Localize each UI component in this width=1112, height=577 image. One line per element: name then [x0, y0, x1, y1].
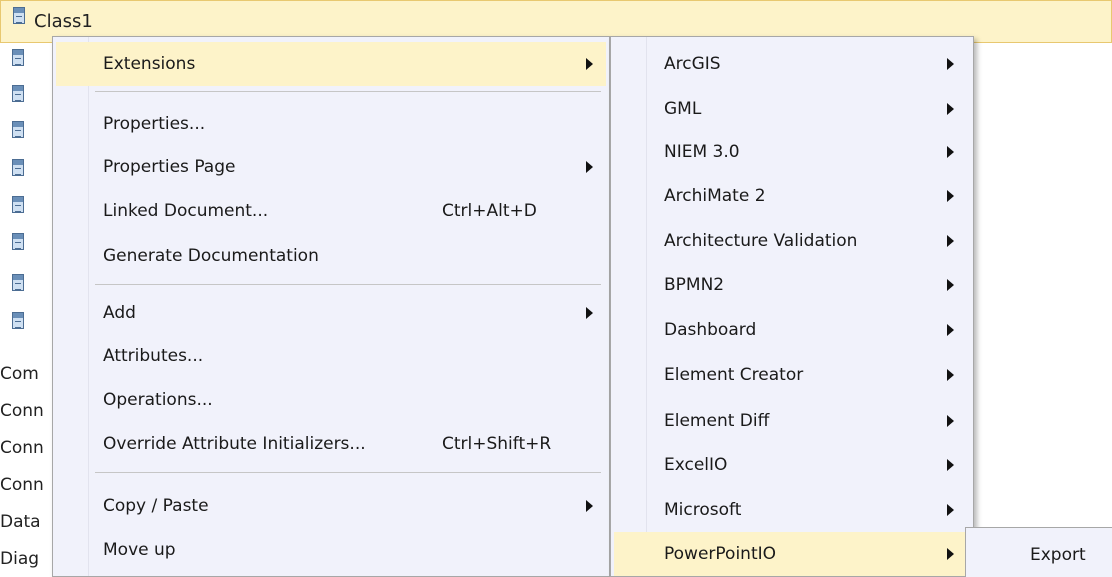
menu-item-extensions[interactable]: Extensions	[56, 42, 606, 86]
menu-item-label: Add	[103, 303, 136, 323]
menu-item-niem[interactable]: NIEM 3.0	[614, 130, 970, 174]
menu-item-element-creator[interactable]: Element Creator	[614, 353, 970, 397]
submenu-arrow-icon	[947, 548, 954, 560]
menu-item-label: NIEM 3.0	[664, 142, 740, 162]
menu-item-label: GML	[664, 99, 702, 119]
menu-item-label: Operations...	[103, 390, 213, 410]
menu-item-label: Architecture Validation	[664, 231, 858, 251]
menu-item-generate-documentation[interactable]: Generate Documentation	[56, 234, 606, 278]
submenu-arrow-icon	[947, 279, 954, 291]
menu-separator	[95, 91, 601, 92]
tree-item-label[interactable]: Data	[0, 512, 41, 532]
menu-item-excelio[interactable]: ExcelIO	[614, 443, 970, 487]
tree-item-label: Class1	[34, 11, 93, 32]
menu-item-linked-document[interactable]: Linked Document... Ctrl+Alt+D	[56, 189, 606, 233]
submenu-arrow-icon	[586, 307, 593, 319]
menu-item-override-attribute-initializers[interactable]: Override Attribute Initializers... Ctrl+…	[56, 422, 606, 466]
menu-item-label: BPMN2	[664, 275, 725, 295]
menu-item-shortcut: Ctrl+Alt+D	[442, 201, 537, 221]
menu-item-arcgis[interactable]: ArcGIS	[614, 42, 970, 86]
tree-item-label[interactable]: Conn	[0, 401, 44, 421]
menu-item-label: Linked Document...	[103, 201, 269, 221]
menu-item-label: Microsoft	[664, 500, 742, 520]
submenu-arrow-icon	[947, 190, 954, 202]
submenu-arrow-icon	[947, 235, 954, 247]
menu-item-label: Dashboard	[664, 320, 757, 340]
menu-item-powerpointio[interactable]: PowerPointIO	[614, 532, 970, 576]
menu-item-operations[interactable]: Operations...	[56, 378, 606, 422]
menu-item-architecture-validation[interactable]: Architecture Validation	[614, 219, 970, 263]
menu-item-label: Attributes...	[103, 346, 204, 366]
menu-item-label: ExcelIO	[664, 455, 728, 475]
class-element-icon	[12, 274, 24, 291]
submenu-arrow-icon	[947, 103, 954, 115]
menu-item-label: PowerPointIO	[664, 544, 777, 564]
menu-item-dashboard[interactable]: Dashboard	[614, 308, 970, 352]
menu-item-properties-page[interactable]: Properties Page	[56, 145, 606, 189]
menu-item-label: Override Attribute Initializers...	[103, 434, 366, 454]
menu-item-label: ArchiMate 2	[664, 186, 766, 206]
menu-item-label: ArcGIS	[664, 54, 721, 74]
class-element-icon	[12, 121, 24, 138]
tree-item-label[interactable]: Diag	[0, 549, 39, 569]
class-element-icon	[12, 49, 24, 66]
tree-item-label[interactable]: Conn	[0, 475, 44, 495]
class-element-icon	[12, 159, 24, 176]
class-element-icon	[12, 233, 24, 250]
menu-item-add[interactable]: Add	[56, 291, 606, 335]
submenu-arrow-icon	[947, 459, 954, 471]
menu-item-archimate[interactable]: ArchiMate 2	[614, 174, 970, 218]
menu-item-label: Copy / Paste	[103, 496, 209, 516]
submenu-arrow-icon	[586, 58, 593, 70]
context-menu: Extensions Properties... Properties Page…	[52, 36, 610, 577]
menu-item-copy-paste[interactable]: Copy / Paste	[56, 484, 606, 528]
menu-item-attributes[interactable]: Attributes...	[56, 334, 606, 378]
menu-item-move-up[interactable]: Move up	[56, 528, 606, 572]
submenu-arrow-icon	[947, 369, 954, 381]
menu-item-label: Move up	[103, 540, 176, 560]
menu-item-element-diff[interactable]: Element Diff	[614, 399, 970, 443]
powerpointio-submenu: Export	[965, 527, 1112, 577]
submenu-arrow-icon	[947, 324, 954, 336]
menu-item-export[interactable]: Export	[1030, 545, 1086, 565]
menu-item-label: Extensions	[103, 54, 196, 74]
menu-item-label: Generate Documentation	[103, 246, 319, 266]
submenu-arrow-icon	[586, 500, 593, 512]
menu-item-properties[interactable]: Properties...	[56, 102, 606, 146]
submenu-arrow-icon	[947, 58, 954, 70]
menu-separator	[95, 284, 601, 285]
menu-separator	[95, 472, 601, 473]
menu-item-label: Properties Page	[103, 157, 236, 177]
class-element-icon	[12, 196, 24, 213]
menu-item-bpmn2[interactable]: BPMN2	[614, 263, 970, 307]
menu-item-label: Element Diff	[664, 411, 770, 431]
submenu-arrow-icon	[947, 415, 954, 427]
menu-item-gml[interactable]: GML	[614, 87, 970, 131]
submenu-arrow-icon	[586, 161, 593, 173]
class-element-icon	[12, 312, 24, 329]
class-element-icon	[13, 7, 25, 24]
menu-item-shortcut: Ctrl+Shift+R	[442, 434, 552, 454]
menu-item-microsoft[interactable]: Microsoft	[614, 488, 970, 532]
tree-item-label[interactable]: Com	[0, 364, 39, 384]
menu-item-label: Properties...	[103, 114, 206, 134]
submenu-arrow-icon	[947, 504, 954, 516]
submenu-arrow-icon	[947, 146, 954, 158]
menu-item-label: Element Creator	[664, 365, 804, 385]
class-element-icon	[12, 85, 24, 102]
extensions-submenu: ArcGIS GML NIEM 3.0 ArchiMate 2 Architec…	[610, 36, 974, 577]
tree-item-label[interactable]: Conn	[0, 438, 44, 458]
